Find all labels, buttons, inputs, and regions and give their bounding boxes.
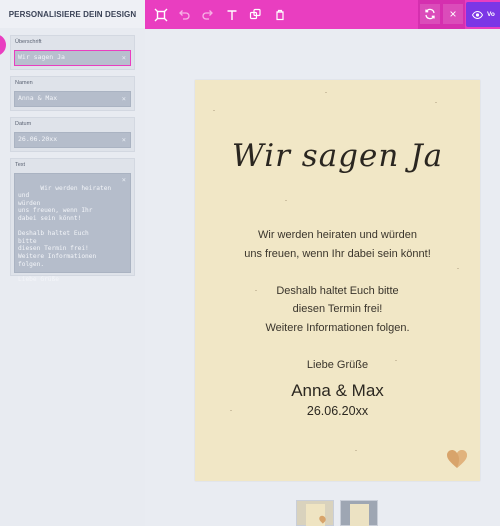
- headline-field: Überschrift Wir sagen Ja ×: [10, 35, 135, 70]
- names-field: Namen Anna & Max ×: [10, 76, 135, 111]
- body-textarea[interactable]: Wir werden heiraten und würden uns freue…: [14, 173, 131, 283]
- field-label: Namen: [15, 80, 33, 86]
- trash-icon[interactable]: [271, 6, 288, 23]
- invitation-card[interactable]: Wir sagen Ja Wir werden heiraten und wür…: [195, 80, 480, 481]
- preview-button[interactable]: Vo: [466, 2, 500, 27]
- clear-icon[interactable]: ×: [122, 136, 126, 144]
- card-date[interactable]: 26.06.20xx: [195, 404, 480, 418]
- headline-input[interactable]: Wir sagen Ja ×: [14, 50, 131, 66]
- body-line: diesen Termin frei!: [292, 303, 383, 315]
- preview-button-label: Vo: [487, 11, 495, 18]
- body-textarea-value: Wir werden heiraten und würden uns freue…: [18, 184, 112, 283]
- action-group: ×: [418, 0, 465, 29]
- design-canvas: Wir sagen Ja Wir werden heiraten und wür…: [145, 29, 500, 526]
- date-input-value: 26.06.20xx: [18, 135, 58, 143]
- sidebar-title: PERSONALISIERE DEIN DESIGN: [0, 0, 145, 28]
- redo-icon[interactable]: [199, 6, 216, 23]
- field-label: Überschrift: [15, 39, 42, 45]
- date-input[interactable]: 26.06.20xx ×: [14, 132, 131, 148]
- body-line: Wir werden heiraten und würden: [258, 229, 417, 241]
- field-label: Text: [15, 162, 26, 168]
- body-line: Liebe Grüße: [306, 358, 369, 371]
- page-thumbnails: [296, 500, 386, 526]
- shape-icon[interactable]: [247, 6, 264, 23]
- names-input-value: Anna & Max: [18, 94, 58, 102]
- clear-icon[interactable]: ×: [122, 95, 126, 103]
- clear-icon[interactable]: ×: [122, 176, 126, 185]
- text-field: Text Wir werden heiraten und würden uns …: [10, 158, 135, 283]
- sidebar: PERSONALISIERE DEIN DESIGN Überschrift W…: [0, 0, 145, 526]
- clear-icon[interactable]: ×: [122, 54, 126, 62]
- active-field-indicator: [0, 34, 6, 56]
- page-2-thumbnail[interactable]: [340, 500, 378, 526]
- body-line: uns freuen, wenn Ihr dabei sein könnt!: [244, 247, 431, 260]
- body-line: Weitere Informationen folgen.: [265, 321, 410, 334]
- date-field: Datum 26.06.20xx ×: [10, 117, 135, 152]
- refresh-icon[interactable]: [420, 4, 440, 24]
- close-icon[interactable]: ×: [443, 4, 463, 24]
- headline-input-value: Wir sagen Ja: [18, 53, 65, 61]
- card-body-text[interactable]: Wir werden heiraten und würden uns freue…: [195, 226, 480, 374]
- card-names[interactable]: Anna & Max: [195, 381, 480, 401]
- undo-icon[interactable]: [175, 6, 192, 23]
- names-input[interactable]: Anna & Max ×: [14, 91, 131, 107]
- body-line: Deshalb haltet Euch bitte: [276, 284, 399, 297]
- heart-icon[interactable]: [446, 449, 468, 469]
- body-line: [195, 263, 480, 282]
- text-icon[interactable]: [223, 6, 240, 23]
- card-headline[interactable]: Wir sagen Ja: [195, 138, 480, 174]
- body-line: [195, 337, 480, 356]
- grid-select-icon[interactable]: [152, 6, 169, 23]
- page-1-thumbnail[interactable]: [296, 500, 334, 526]
- eye-icon: [472, 10, 483, 19]
- field-label: Datum: [15, 121, 32, 127]
